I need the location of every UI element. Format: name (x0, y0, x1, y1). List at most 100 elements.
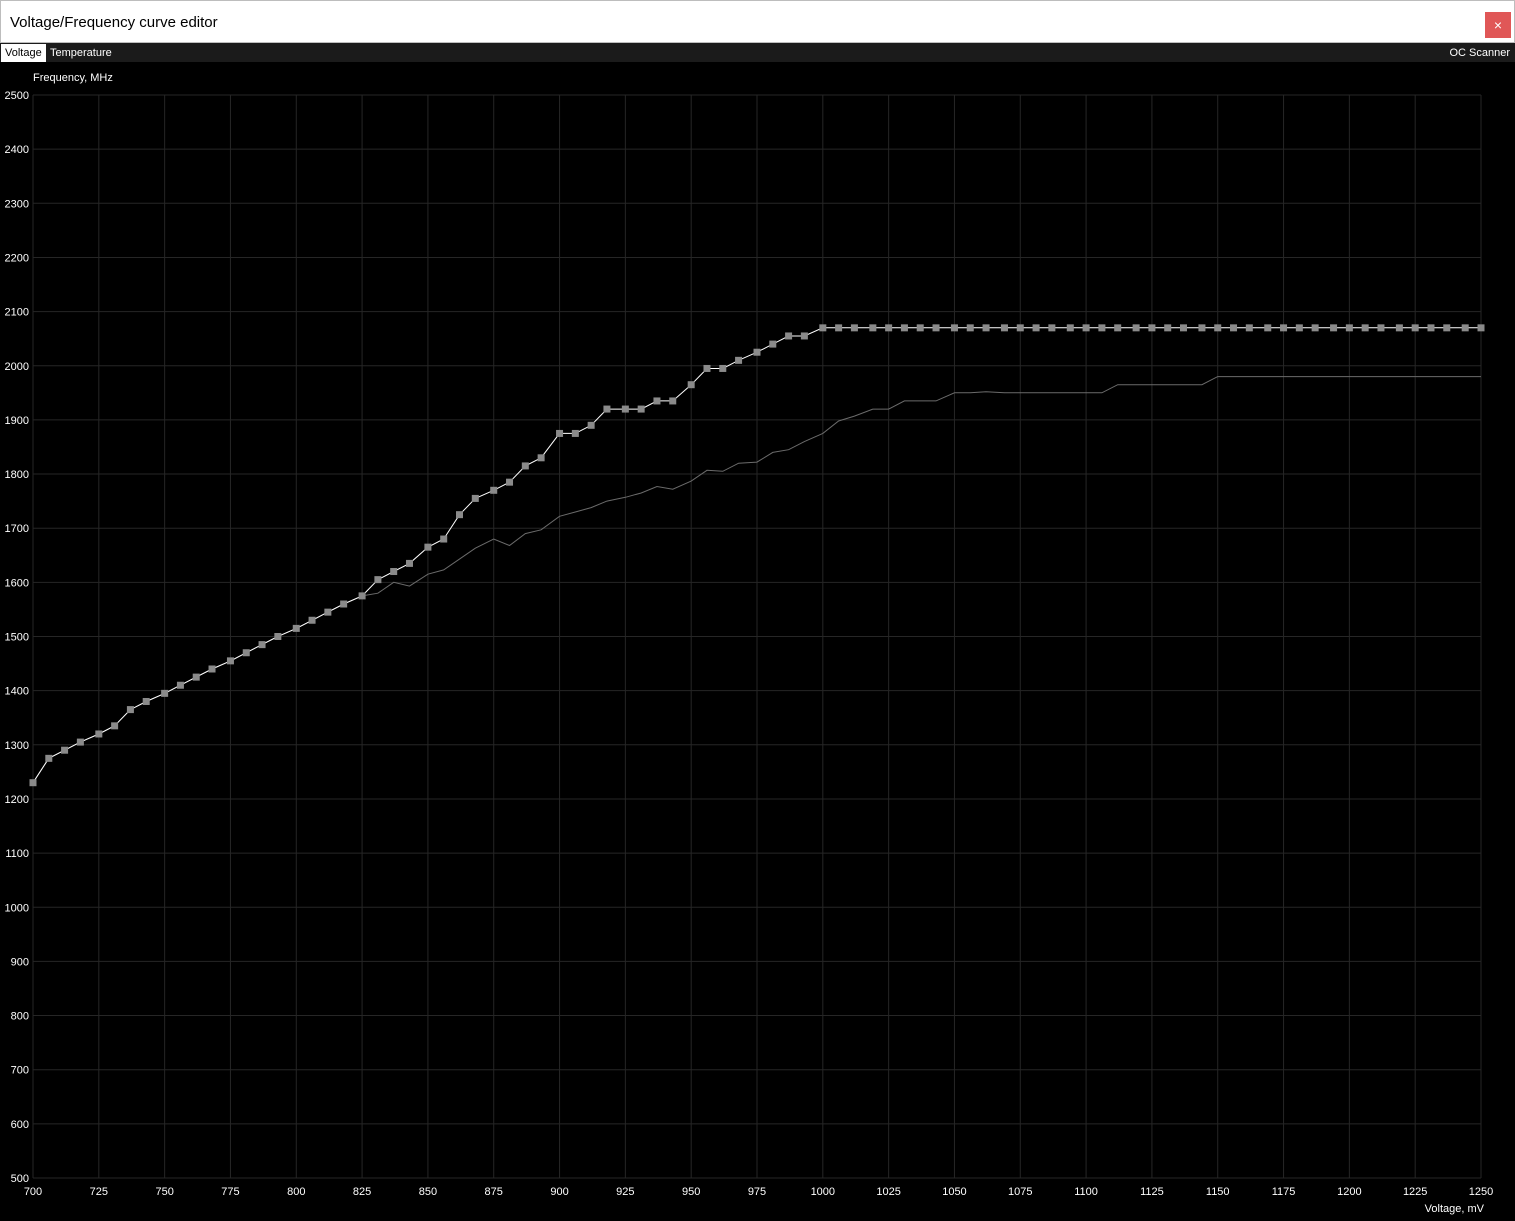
x-tick-label: 850 (419, 1186, 437, 1198)
curve-point-handle[interactable] (95, 730, 103, 738)
curve-point-handle[interactable] (1264, 324, 1272, 332)
curve-point-handle[interactable] (390, 568, 398, 576)
curve-point-handle[interactable] (1082, 324, 1090, 332)
curve-point-handle[interactable] (769, 340, 777, 348)
curve-point-handle[interactable] (471, 494, 479, 502)
curve-point-handle[interactable] (456, 511, 464, 519)
curve-point-handle[interactable] (1443, 324, 1451, 332)
curve-point-handle[interactable] (703, 364, 711, 372)
curve-point-handle[interactable] (1395, 324, 1403, 332)
curve-point-handle[interactable] (1245, 324, 1253, 332)
curve-point-handle[interactable] (653, 397, 661, 405)
curve-point-handle[interactable] (950, 324, 958, 332)
y-tick-label: 1200 (5, 794, 29, 806)
curve-point-handle[interactable] (900, 324, 908, 332)
curve-point-handle[interactable] (819, 324, 827, 332)
vf-curve-chart[interactable]: 500 600 700 800 900 1000 1100 1200 1300 1400 1500 1… (0, 62, 1515, 1221)
curve-point-handle[interactable] (1048, 324, 1056, 332)
curve-point-handle[interactable] (258, 641, 266, 649)
curve-point-handle[interactable] (161, 689, 169, 697)
curve-point-handle[interactable] (637, 405, 645, 413)
curve-point-handle[interactable] (753, 348, 761, 356)
curve-point-handle[interactable] (669, 397, 677, 405)
curve-point-handle[interactable] (785, 332, 793, 340)
curve-point-handle[interactable] (687, 381, 695, 389)
curve-point-handle[interactable] (1427, 324, 1435, 332)
x-tick-label: 1150 (1206, 1186, 1230, 1198)
curve-point-handle[interactable] (1330, 324, 1338, 332)
curve-point-handle[interactable] (1377, 324, 1385, 332)
curve-point-handle[interactable] (45, 754, 53, 762)
curve-point-handle[interactable] (176, 681, 184, 689)
curve-point-handle[interactable] (142, 697, 150, 705)
curve-point-handle[interactable] (1000, 324, 1008, 332)
curve-point-handle[interactable] (208, 665, 216, 673)
curve-point-handle[interactable] (735, 356, 743, 364)
curve-point-handle[interactable] (226, 657, 234, 665)
close-button[interactable]: × (1485, 12, 1511, 38)
curve-point-handle[interactable] (440, 535, 448, 543)
curve-point-handle[interactable] (1477, 324, 1485, 332)
curve-point-handle[interactable] (1461, 324, 1469, 332)
curve-point-handle[interactable] (1411, 324, 1419, 332)
curve-point-handle[interactable] (556, 429, 564, 437)
curve-point-handle[interactable] (966, 324, 974, 332)
curve-point-handle[interactable] (374, 576, 382, 584)
curve-point-handle[interactable] (76, 738, 84, 746)
curve-point-handle[interactable] (29, 779, 37, 787)
curve-point-handle[interactable] (1098, 324, 1106, 332)
curve-point-handle[interactable] (800, 332, 808, 340)
curve-point-handle[interactable] (1066, 324, 1074, 332)
curve-point-handle[interactable] (850, 324, 858, 332)
curve-point-handle[interactable] (603, 405, 611, 413)
curve-point-handle[interactable] (869, 324, 877, 332)
curve-point-handle[interactable] (1148, 324, 1156, 332)
curve-point-handle[interactable] (885, 324, 893, 332)
oc-scanner-button[interactable]: OC Scanner (1445, 44, 1514, 62)
curve-point-handle[interactable] (1016, 324, 1024, 332)
curve-point-handle[interactable] (126, 706, 134, 714)
curve-point-handle[interactable] (61, 746, 69, 754)
curve-point-handle[interactable] (835, 324, 843, 332)
curve-point-handle[interactable] (111, 722, 119, 730)
curve-point-handle[interactable] (308, 616, 316, 624)
curve-point-handle[interactable] (1114, 324, 1122, 332)
curve-point-handle[interactable] (424, 543, 432, 551)
curve-point-handle[interactable] (1180, 324, 1188, 332)
y-tick-label: 1000 (5, 902, 29, 914)
curve-point-handle[interactable] (324, 608, 332, 616)
curve-point-handle[interactable] (1132, 324, 1140, 332)
curve-point-handle[interactable] (405, 559, 413, 567)
curve-point-handle[interactable] (621, 405, 629, 413)
tab-voltage[interactable]: Voltage (1, 44, 46, 62)
curve-point-handle[interactable] (506, 478, 514, 486)
curve-point-handle[interactable] (1198, 324, 1206, 332)
curve-point-handle[interactable] (932, 324, 940, 332)
curve-point-handle[interactable] (1230, 324, 1238, 332)
curve-point-handle[interactable] (242, 649, 250, 657)
curve-point-handle[interactable] (490, 486, 498, 494)
curve-point-handle[interactable] (1295, 324, 1303, 332)
curve-point-handle[interactable] (537, 454, 545, 462)
curve-point-handle[interactable] (340, 600, 348, 608)
curve-point-handle[interactable] (1345, 324, 1353, 332)
curve-point-handle[interactable] (1280, 324, 1288, 332)
x-axis-label: Voltage, mV (1425, 1203, 1485, 1215)
curve-point-handle[interactable] (274, 633, 282, 640)
curve-point-handle[interactable] (982, 324, 990, 332)
curve-point-handle[interactable] (1032, 324, 1040, 332)
curve-point-handle[interactable] (1361, 324, 1369, 332)
curve-point-handle[interactable] (358, 592, 366, 600)
curve-point-handle[interactable] (571, 429, 579, 437)
title-bar: Voltage/Frequency curve editor × (0, 0, 1515, 43)
curve-point-handle[interactable] (1311, 324, 1319, 332)
curve-point-handle[interactable] (587, 421, 595, 429)
curve-point-handle[interactable] (1214, 324, 1222, 332)
curve-point-handle[interactable] (292, 624, 300, 632)
curve-point-handle[interactable] (719, 364, 727, 372)
curve-point-handle[interactable] (192, 673, 200, 681)
curve-point-handle[interactable] (1164, 324, 1172, 332)
curve-point-handle[interactable] (916, 324, 924, 332)
curve-point-handle[interactable] (521, 462, 529, 470)
tab-temperature[interactable]: Temperature (46, 44, 116, 62)
